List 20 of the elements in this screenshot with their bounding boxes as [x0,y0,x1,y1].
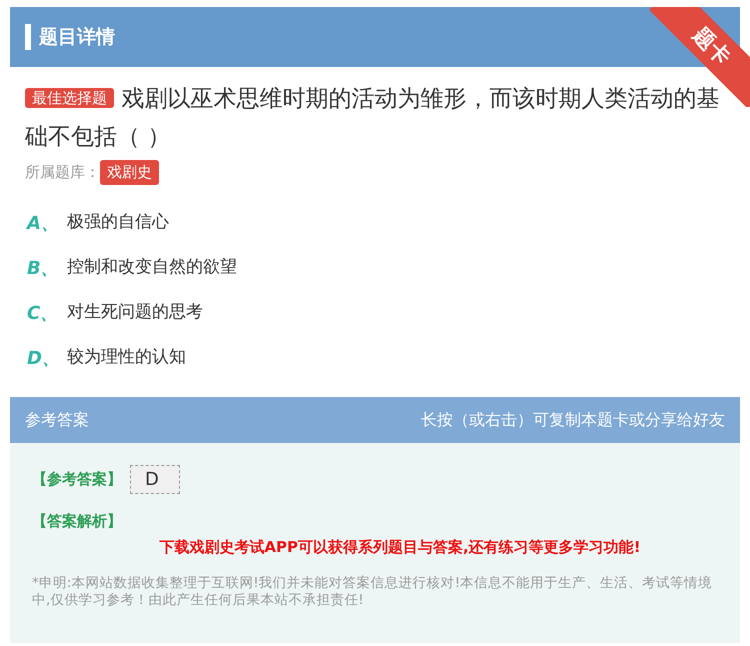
answer-value: D [130,464,180,494]
promo-text: 下载戏剧史考试APP可以获得系列题目与答案,还有练习等更多学习功能! [158,537,642,558]
option-letter: C、 [27,302,53,326]
answer-label: 【参考答案】 [32,468,122,490]
panel-title: 题目详情 [39,24,115,50]
option-text: 对生死问题的思考 [67,301,203,324]
section-title: 参考答案 [25,408,89,430]
share-hint: 长按（或右击）可复制本题卡或分享给好友 [421,408,725,430]
bank-tag[interactable]: 戏剧史 [100,160,159,184]
option-letter: D、 [27,346,53,370]
option-text: 极强的自信心 [67,211,169,234]
bank-label: 所属题库： [25,162,100,183]
option-text: 控制和改变自然的欲望 [67,256,237,280]
option-letter: B、 [27,256,53,280]
analysis-label: 【答案解析】 [32,510,123,532]
disclaimer-text: *申明:本网站数据收集整理于互联网!我们并未能对答案信息进行核对!本信息不能用于生产、生活、考试等情境中,仅供学习参考！由此产生任何后果本站不承担责任! [32,574,714,608]
question-type-tag: 最佳选择题 [25,88,114,108]
option-text: 较为理性的认知 [67,346,186,370]
option-letter: A、 [27,212,53,236]
title-marker [25,24,31,50]
